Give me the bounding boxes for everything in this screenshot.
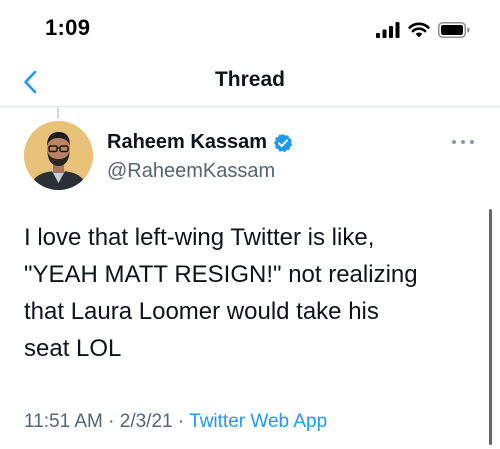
more-dot-icon: [470, 140, 474, 144]
status-icons: [376, 19, 470, 41]
author-handle[interactable]: @RaheemKassam: [107, 160, 275, 183]
status-bar: 1:09: [0, 0, 500, 58]
more-dot-icon: [461, 140, 465, 144]
thread-connector-line: [57, 107, 59, 119]
author-name-row[interactable]: Raheem Kassam: [107, 131, 293, 154]
status-time: 1:09: [45, 15, 91, 40]
tweet-detail-screen: 1:09 Thread Raheem Kassam @RaheemKassam …: [0, 0, 500, 449]
tweet-date: 2/3/21: [119, 411, 173, 432]
tweet-meta: 11:51 AM · 2/3/21 · Twitter Web App: [24, 411, 327, 433]
wifi-icon: [408, 22, 430, 38]
tweet-source-link[interactable]: Twitter Web App: [189, 411, 327, 432]
tweet-text: I love that left-wing Twitter is like, "…: [24, 224, 418, 362]
verified-badge-icon: [273, 133, 293, 152]
cellular-signal-icon: [376, 22, 400, 38]
profile-photo: [24, 121, 93, 190]
author-name[interactable]: Raheem Kassam: [107, 131, 267, 154]
meta-separator: ·: [108, 411, 115, 432]
tweet-time: 11:51 AM: [24, 411, 103, 432]
battery-icon: [438, 22, 470, 38]
page-title: Thread: [214, 68, 285, 91]
scroll-indicator[interactable]: [489, 209, 492, 445]
avatar[interactable]: [24, 121, 93, 190]
meta-separator: ·: [177, 411, 185, 432]
more-dot-icon: [452, 140, 456, 144]
navigation-bar: Thread: [0, 58, 500, 107]
more-options-button[interactable]: [452, 134, 474, 150]
